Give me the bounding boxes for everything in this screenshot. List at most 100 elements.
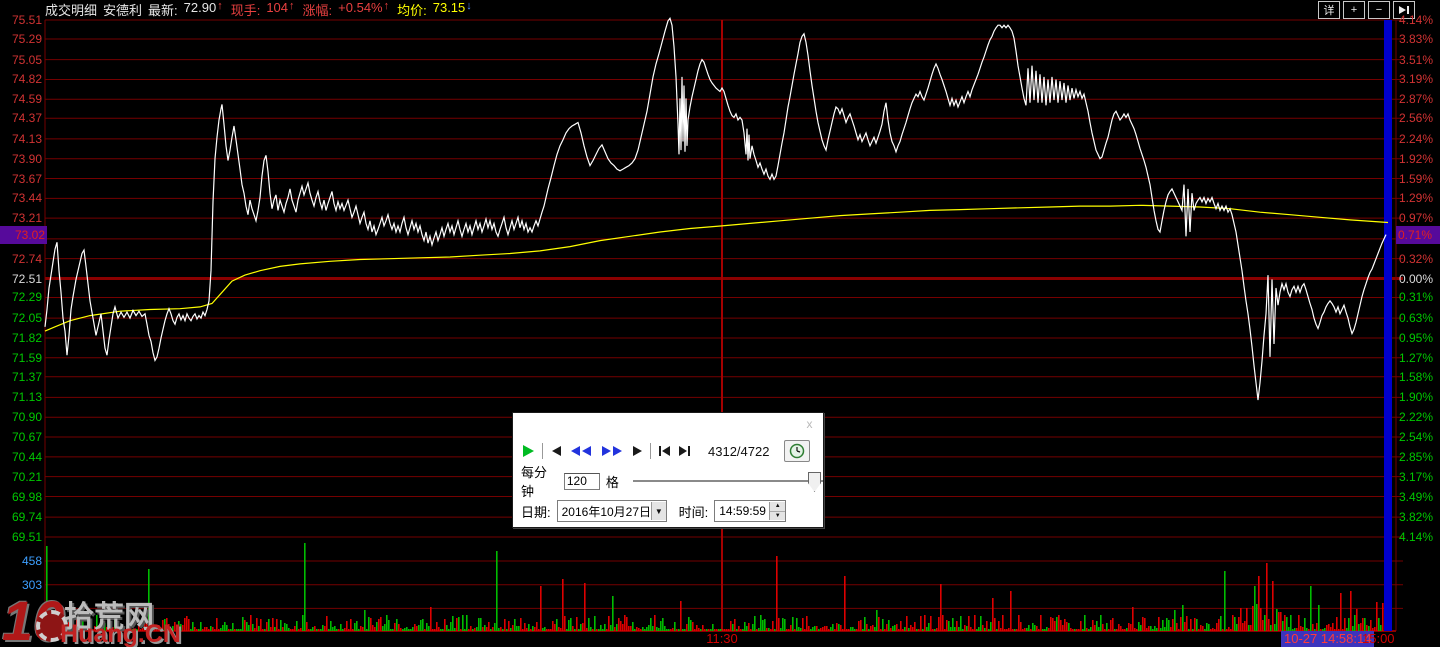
volume-bar bbox=[798, 627, 800, 631]
volume-bar bbox=[484, 625, 486, 631]
volume-bar bbox=[472, 629, 474, 631]
play-button[interactable] bbox=[521, 444, 535, 458]
volume-bar bbox=[582, 623, 584, 631]
volume-bar bbox=[418, 625, 420, 631]
volume-bar bbox=[1206, 623, 1208, 631]
spin-up-icon[interactable]: ▲ bbox=[770, 502, 786, 512]
axis-label: 74.59 bbox=[11, 92, 42, 107]
volume-bar bbox=[1254, 586, 1256, 631]
volume-bar bbox=[684, 629, 686, 631]
volume-bar bbox=[1350, 591, 1352, 631]
axis-label: 70.67 bbox=[11, 430, 42, 445]
volume-bar bbox=[638, 628, 640, 631]
step-back-button[interactable] bbox=[550, 445, 562, 457]
volume-bar bbox=[76, 619, 78, 631]
volume-bar bbox=[150, 629, 152, 631]
volume-bar bbox=[958, 627, 960, 631]
volume-bar bbox=[948, 621, 950, 631]
volume-bar bbox=[1234, 617, 1236, 631]
volume-bar bbox=[1150, 626, 1152, 631]
volume-bar bbox=[404, 628, 406, 631]
volume-bar bbox=[222, 625, 224, 631]
speed-input[interactable] bbox=[563, 472, 600, 490]
volume-bar bbox=[362, 627, 364, 631]
arrow-icon: ↑ bbox=[383, 0, 390, 12]
volume-bar bbox=[438, 627, 440, 631]
volume-bar bbox=[304, 543, 306, 631]
volume-bar bbox=[568, 620, 570, 631]
volume-bar bbox=[1026, 628, 1028, 631]
volume-bar bbox=[226, 625, 228, 631]
volume-bar bbox=[594, 616, 596, 631]
volume-bar bbox=[84, 627, 86, 631]
slider-thumb[interactable] bbox=[808, 472, 821, 492]
volume-bar bbox=[1376, 602, 1378, 631]
detail-button[interactable]: 详 bbox=[1318, 1, 1340, 19]
volume-bar bbox=[1186, 616, 1188, 631]
volume-bar bbox=[1020, 622, 1022, 631]
volume-bar bbox=[1226, 629, 1228, 631]
volume-bar bbox=[1224, 571, 1226, 631]
volume-bar bbox=[128, 618, 130, 631]
datetime-row: 日期: 2016年10月27日 ▼ 时间: 14:59:59 ▲ ▼ bbox=[521, 500, 787, 522]
axis-label: 1.29% bbox=[1399, 191, 1434, 206]
volume-bar bbox=[1080, 621, 1082, 631]
volume-bar bbox=[636, 627, 638, 631]
volume-bar bbox=[1136, 629, 1138, 631]
rewind-button[interactable] bbox=[569, 445, 593, 457]
volume-bar bbox=[630, 626, 632, 631]
volume-bar bbox=[180, 624, 182, 631]
volume-bar bbox=[868, 629, 870, 631]
volume-bar bbox=[248, 625, 250, 631]
volume-bar bbox=[964, 625, 966, 631]
volume-bar bbox=[1172, 619, 1174, 631]
current-price-tag: 73.02 bbox=[0, 225, 47, 244]
volume-bar bbox=[378, 619, 380, 631]
volume-bar bbox=[590, 627, 592, 631]
volume-bar bbox=[1212, 628, 1214, 631]
axis-label: 70.44 bbox=[11, 449, 42, 464]
volume-bar bbox=[1024, 628, 1026, 631]
spin-down-icon[interactable]: ▼ bbox=[770, 511, 786, 520]
close-icon[interactable]: x bbox=[802, 417, 817, 431]
zoom-in-button[interactable]: + bbox=[1343, 1, 1365, 19]
zoom-out-button[interactable]: − bbox=[1368, 1, 1390, 19]
step-forward-button[interactable] bbox=[631, 445, 643, 457]
axis-label: 73.44 bbox=[11, 191, 42, 206]
volume-bar bbox=[1204, 629, 1206, 631]
volume-bar bbox=[176, 629, 178, 631]
volume-bar bbox=[1364, 618, 1366, 631]
volume-bar bbox=[344, 628, 346, 631]
skip-end-button[interactable] bbox=[678, 445, 691, 457]
volume-bar bbox=[140, 629, 142, 631]
volume-bar bbox=[608, 616, 610, 631]
volume-bar bbox=[1378, 618, 1380, 631]
volume-bar bbox=[942, 615, 944, 631]
quote-field-value: 72.90 bbox=[183, 0, 217, 15]
axis-label: 2.87% bbox=[1399, 92, 1434, 107]
skip-start-button[interactable] bbox=[658, 445, 671, 457]
slider-track[interactable] bbox=[632, 480, 823, 483]
date-label: 日期: bbox=[521, 504, 551, 520]
fast-forward-button[interactable] bbox=[600, 445, 624, 457]
volume-bar bbox=[906, 616, 908, 631]
volume-bar bbox=[1184, 622, 1186, 631]
volume-bar bbox=[444, 619, 446, 631]
chevron-down-icon[interactable]: ▼ bbox=[651, 502, 666, 520]
speed-slider[interactable] bbox=[632, 472, 823, 492]
volume-bar bbox=[86, 627, 88, 631]
axis-label: 75.51 bbox=[11, 13, 42, 27]
quote-field-label: 现手: bbox=[230, 2, 261, 18]
time-spinner[interactable]: 14:59:59 ▲ ▼ bbox=[714, 500, 787, 522]
clock-button[interactable] bbox=[784, 440, 811, 462]
date-combobox[interactable]: 2016年10月27日 ▼ bbox=[556, 500, 667, 522]
speed-prefix-label: 每分钟 bbox=[521, 465, 548, 499]
volume-bar bbox=[918, 629, 920, 631]
volume-bar bbox=[640, 629, 642, 631]
axis-label: 71.82 bbox=[11, 330, 42, 345]
volume-bar bbox=[1370, 620, 1372, 631]
volume-bar bbox=[686, 624, 688, 631]
volume-bar bbox=[468, 629, 470, 631]
volume-bar bbox=[414, 624, 416, 631]
volume-bar bbox=[954, 627, 956, 631]
